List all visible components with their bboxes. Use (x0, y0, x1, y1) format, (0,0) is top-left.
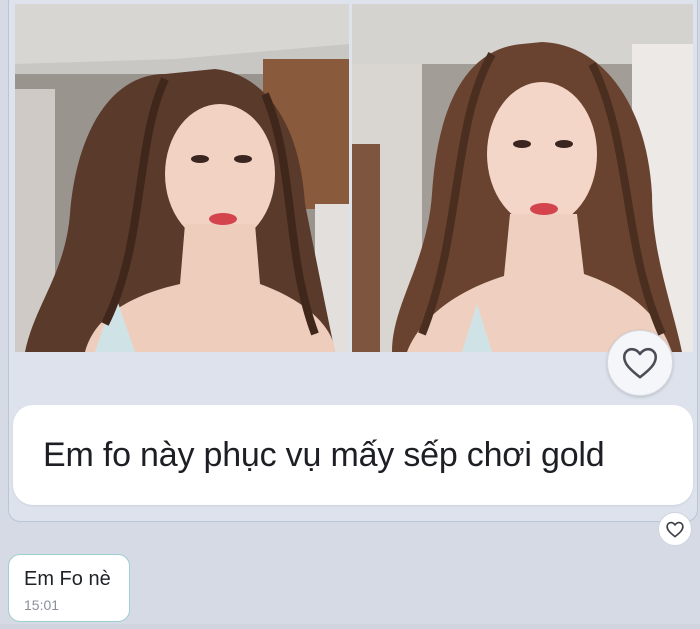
chat-screen: Em fo này phục vụ mấy sếp chơi gold Em F… (0, 0, 700, 629)
chat-photo-left[interactable] (15, 4, 349, 352)
heart-outline-icon (622, 347, 658, 379)
photo-message-bubble[interactable]: Em fo này phục vụ mấy sếp chơi gold (8, 0, 698, 522)
photo-caption-card: Em fo này phục vụ mấy sếp chơi gold (13, 405, 693, 505)
message-text: Em Fo nè (24, 568, 111, 590)
photo-right-image (352, 4, 693, 352)
heart-outline-icon (666, 521, 684, 537)
heart-reaction-button[interactable] (607, 330, 673, 396)
message-timestamp: 15:01 (24, 597, 60, 613)
photo-left-image (15, 4, 349, 352)
chat-photo-right[interactable] (352, 4, 693, 352)
screen-bottom-edge (0, 624, 700, 629)
photo-caption-text: Em fo này phục vụ mấy sếp chơi gold (43, 435, 605, 474)
text-message-bubble[interactable]: Em Fo nè 15:01 (8, 554, 130, 622)
heart-reaction-button-small[interactable] (658, 512, 692, 546)
